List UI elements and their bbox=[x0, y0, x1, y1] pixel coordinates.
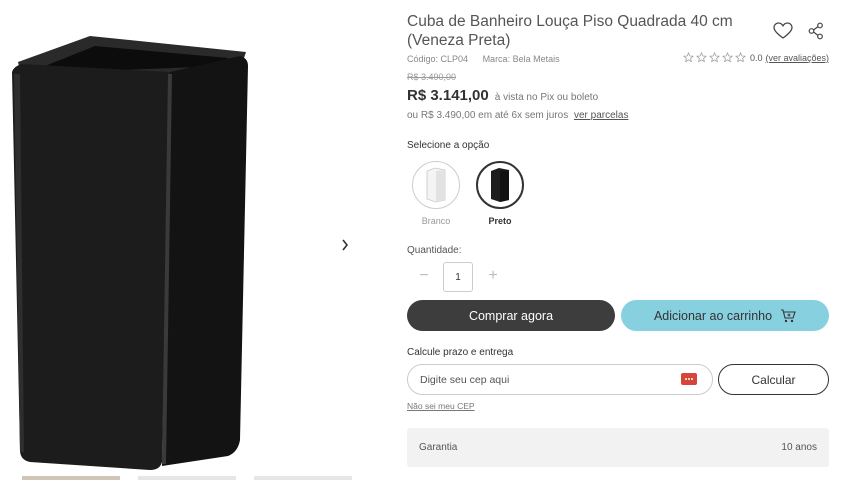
star-icon bbox=[721, 52, 733, 63]
product-info: Cuba de Banheiro Louça Piso Quadrada 40 … bbox=[407, 0, 829, 480]
add-to-cart-button[interactable]: Adicionar ao carrinho bbox=[621, 300, 829, 331]
rating-value: 0.0 bbox=[749, 52, 763, 63]
product-gallery bbox=[0, 0, 370, 480]
price-row: R$ 3.141,00 à vista no Pix ou boleto bbox=[407, 87, 598, 104]
white-washbasin-icon bbox=[426, 167, 446, 203]
product-brand: Marca: Bela Metais bbox=[482, 54, 560, 64]
installments: ou R$ 3.490,00 em até 6x sem juros ver p… bbox=[407, 110, 628, 121]
calculate-label: Calcular bbox=[751, 372, 796, 387]
warranty-label: Garantia bbox=[419, 442, 458, 453]
installments-text: ou R$ 3.490,00 em até 6x sem juros bbox=[407, 110, 569, 121]
warranty-row[interactable]: Garantia 10 anos bbox=[407, 428, 829, 467]
thumbnail-strip bbox=[0, 476, 370, 480]
quantity-label: Quantidade: bbox=[407, 245, 462, 256]
product-meta: Código: CLP04 Marca: Bela Metais bbox=[407, 54, 560, 64]
star-icon bbox=[682, 52, 694, 63]
star-icon bbox=[734, 52, 746, 63]
share-icon bbox=[808, 22, 823, 40]
warranty-value: 10 anos bbox=[781, 442, 817, 453]
option-swatch-preto[interactable] bbox=[476, 161, 524, 209]
old-price: R$ 3.490,00 bbox=[407, 72, 457, 82]
buy-now-label: Comprar agora bbox=[468, 308, 554, 323]
buy-now-button[interactable]: Comprar agora bbox=[407, 300, 615, 331]
star-icon bbox=[708, 52, 720, 63]
option-name-preto: Preto bbox=[488, 216, 512, 226]
thumbnail-1[interactable] bbox=[22, 476, 120, 480]
installments-link[interactable]: ver parcelas bbox=[574, 110, 628, 121]
option-swatch-branco[interactable] bbox=[412, 161, 460, 209]
calculate-button[interactable]: Calcular bbox=[718, 364, 829, 395]
product-code: Código: CLP04 bbox=[407, 54, 469, 64]
quantity-decrease-button[interactable]: − bbox=[417, 268, 431, 284]
thumbnail-2[interactable] bbox=[138, 476, 236, 480]
next-image-arrow[interactable] bbox=[338, 236, 352, 254]
heart-icon bbox=[773, 22, 793, 39]
option-name-branco: Branco bbox=[421, 216, 451, 226]
reviews-link[interactable]: (ver avaliações) bbox=[765, 53, 829, 63]
quantity-increase-button[interactable]: + bbox=[486, 268, 500, 284]
star-icon bbox=[695, 52, 707, 63]
cep-input[interactable] bbox=[407, 364, 713, 395]
cep-keypad-icon bbox=[681, 373, 697, 385]
thumbnail-3[interactable] bbox=[254, 476, 352, 480]
product-title: Cuba de Banheiro Louça Piso Quadrada 40 … bbox=[407, 13, 733, 49]
rating: 0.0 (ver avaliações) bbox=[682, 52, 829, 63]
favorite-button[interactable] bbox=[773, 22, 793, 40]
chevron-right-icon bbox=[342, 239, 349, 251]
cart-icon bbox=[781, 308, 796, 322]
current-price: R$ 3.141,00 bbox=[407, 87, 489, 104]
quantity-input[interactable]: 1 bbox=[443, 262, 473, 292]
rating-stars bbox=[682, 52, 746, 63]
share-button[interactable] bbox=[808, 22, 824, 40]
shipping-label: Calcule prazo e entrega bbox=[407, 347, 514, 358]
add-to-cart-label: Adicionar ao carrinho bbox=[653, 308, 773, 323]
product-image bbox=[12, 36, 248, 470]
unknown-cep-link[interactable]: Não sei meu CEP bbox=[407, 401, 475, 411]
black-washbasin-icon bbox=[491, 168, 509, 202]
option-label: Selecione a opção bbox=[407, 140, 490, 151]
price-note: à vista no Pix ou boleto bbox=[494, 92, 599, 103]
